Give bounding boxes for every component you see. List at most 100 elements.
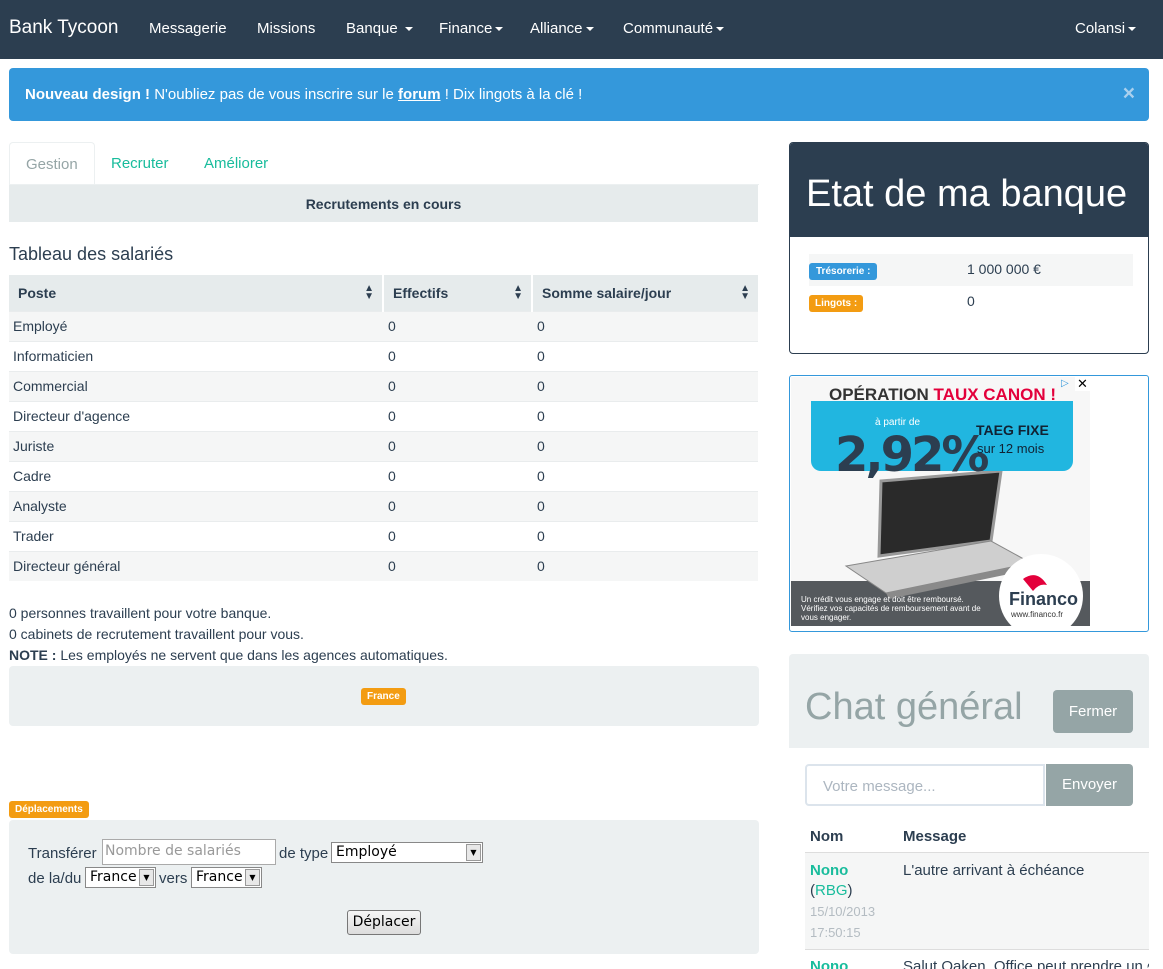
region-badge[interactable]: France	[361, 688, 406, 705]
nav-missions[interactable]: Missions	[257, 20, 315, 37]
cell-poste: Juriste	[9, 430, 383, 461]
col-header-effectifs[interactable]: Effectifs ▲ ▼	[383, 275, 533, 311]
nav-alliance-label: Alliance	[530, 20, 583, 37]
treasury-label: Trésorerie :	[809, 263, 878, 280]
cell-salaire: 0	[532, 310, 758, 341]
ingots-label: Lingots :	[809, 295, 864, 312]
tab-gestion[interactable]: Gestion	[9, 142, 95, 185]
nav-alliance[interactable]: Alliance	[530, 20, 594, 37]
moves-badge: Déplacements	[9, 801, 89, 818]
send-button[interactable]: Envoyer	[1046, 764, 1133, 806]
nav-communaute[interactable]: Communauté	[623, 20, 725, 37]
cell-poste: Informaticien	[9, 340, 383, 371]
ad-months: sur 12 mois	[977, 441, 1045, 456]
chat-message-input[interactable]: Votre message...	[805, 764, 1045, 806]
cell-poste: Employé	[9, 310, 383, 341]
brand-logo[interactable]: Bank Tycoon	[9, 17, 119, 39]
cell-effectifs: 0	[383, 460, 532, 491]
col-header-label: Effectifs	[393, 284, 449, 301]
chevron-down-icon	[716, 27, 725, 32]
select-value: France	[196, 869, 243, 885]
cell-salaire: 0	[532, 490, 758, 521]
from-region-select[interactable]: France ▼	[85, 867, 156, 888]
sort-icon: ▲ ▼	[513, 283, 523, 302]
chat-user-link[interactable]: Nono	[810, 862, 848, 879]
col-header-poste[interactable]: Poste ▲ ▼	[9, 275, 384, 311]
note-text: Les employés ne servent que dans les age…	[60, 647, 448, 663]
cell-effectifs: 0	[383, 370, 532, 401]
chat-user-link[interactable]: Nono	[810, 958, 848, 969]
ad-url: www.financo.fr	[1011, 610, 1064, 619]
alert-bold: Nouveau design !	[25, 86, 151, 103]
cell-effectifs: 0	[383, 430, 532, 461]
move-button[interactable]: Déplacer	[347, 910, 421, 935]
col-header-label: Poste	[18, 284, 57, 301]
tab-recruter[interactable]: Recruter	[95, 142, 185, 185]
employee-type-select[interactable]: Employé ▼	[331, 842, 483, 863]
employee-count-input[interactable]: Nombre de salariés	[102, 839, 276, 865]
cell-poste: Commercial	[9, 370, 383, 401]
nav-communaute-label: Communauté	[623, 20, 714, 37]
chat-message-text: Salut Oaken. Office peut prendre un des	[903, 958, 1149, 969]
cell-effectifs: 0	[383, 520, 532, 551]
chevron-down-icon	[495, 27, 504, 32]
advertisement[interactable]: OPÉRATION TAUX CANON ! à partir de 2,92%…	[789, 375, 1149, 632]
region-well: France	[9, 666, 759, 726]
table-row: Analyste 0 0	[9, 490, 758, 521]
ad-rate-banner: à partir de 2,92% TAEG FIXE sur 12 mois	[811, 401, 1073, 483]
forum-link[interactable]: forum	[398, 86, 441, 103]
table-row: Cadre 0 0	[9, 460, 758, 491]
to-region-select[interactable]: France ▼	[191, 867, 262, 888]
chat-panel: Chat général Fermer Votre message... Env…	[789, 654, 1149, 969]
chat-title: Chat général	[805, 686, 1023, 728]
alert-banner: Nouveau design ! N'oubliez pas de vous i…	[9, 68, 1149, 121]
cell-effectifs: 0	[383, 490, 532, 521]
from-label: de la/du	[28, 870, 82, 887]
cell-effectifs: 0	[383, 400, 532, 431]
cell-salaire: 0	[532, 460, 758, 491]
table-row: Directeur général 0 0	[9, 550, 758, 581]
navbar: Bank Tycoon Messagerie Missions Banque F…	[0, 0, 1163, 59]
chat-timestamp: 15/10/2013 17:50:15	[810, 904, 876, 940]
nav-finance[interactable]: Finance	[439, 20, 504, 37]
alert-text-end: ! Dix lingots à la clé !	[444, 86, 583, 103]
cell-poste: Directeur d'agence	[9, 400, 383, 431]
info-icon[interactable]: ▷	[1061, 378, 1069, 389]
col-header-salaire[interactable]: Somme salaire/jour ▲ ▼	[532, 275, 758, 311]
cell-effectifs: 0	[383, 340, 532, 371]
table-row: Juriste 0 0	[9, 430, 758, 461]
bank-state-panel: Etat de ma banque Trésorerie : 1 000 000…	[789, 142, 1149, 354]
col-header-label: Somme salaire/jour	[542, 284, 672, 301]
cell-poste: Directeur général	[9, 550, 383, 581]
ad-banner-image[interactable]: OPÉRATION TAUX CANON ! à partir de 2,92%…	[791, 377, 1090, 626]
close-chat-button[interactable]: Fermer	[1053, 690, 1133, 733]
ingots-row: Lingots : 0	[809, 286, 1133, 318]
treasury-row: Trésorerie : 1 000 000 €	[809, 254, 1133, 286]
cell-salaire: 0	[532, 520, 758, 551]
nav-banque[interactable]: Banque	[346, 20, 413, 37]
alliance-link[interactable]: RBG	[815, 882, 848, 899]
close-icon[interactable]: ×	[1123, 82, 1135, 106]
table-row: Directeur d'agence 0 0	[9, 400, 758, 431]
chat-message-row: Nono Salut Oaken. Office peut prendre un…	[805, 949, 1149, 969]
note-label: NOTE :	[9, 647, 57, 663]
cell-poste: Trader	[9, 520, 383, 551]
chat-message-row: Nono (RBG) 15/10/2013 17:50:15 L'autre a…	[805, 852, 1149, 949]
transfer-label: Transférer	[28, 845, 97, 862]
nav-finance-label: Finance	[439, 20, 493, 37]
col-header-message: Message	[903, 828, 967, 845]
close-icon[interactable]: ✕	[1075, 377, 1090, 391]
table-row: Employé 0 0	[9, 310, 758, 341]
bank-state-title: Etat de ma banque	[790, 143, 1148, 237]
sort-icon: ▲ ▼	[364, 283, 374, 302]
cell-salaire: 0	[532, 370, 758, 401]
user-menu[interactable]: Colansi	[1075, 20, 1137, 37]
col-header-name: Nom	[810, 828, 844, 845]
chevron-down-icon	[585, 27, 594, 32]
cell-poste: Analyste	[9, 490, 383, 521]
nav-messagerie[interactable]: Messagerie	[149, 20, 227, 37]
table-row: Commercial 0 0	[9, 370, 758, 401]
tab-ameliorer[interactable]: Améliorer	[188, 142, 284, 185]
employees-table: Poste ▲ ▼ Effectifs ▲ ▼ Somme salaire/jour ▲ ▼…	[9, 275, 758, 581]
info-employees: 0 personnes travaillent pour votre banqu…	[9, 605, 272, 621]
